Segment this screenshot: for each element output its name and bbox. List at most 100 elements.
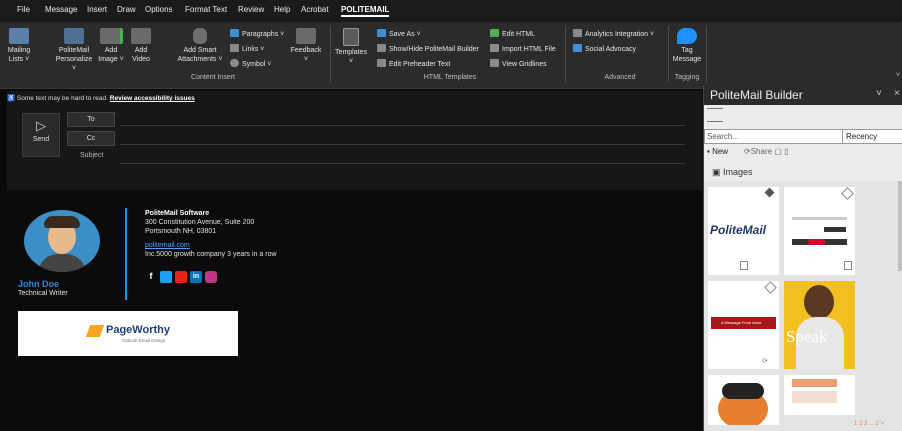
subject-field[interactable] (120, 163, 685, 164)
paragraphs-icon (230, 29, 239, 37)
menu-message[interactable]: Message (45, 5, 77, 14)
templates-icon (343, 28, 359, 46)
add-image-button[interactable]: Add Image ˅ (98, 28, 124, 64)
tag-message-button[interactable]: Tag Message (671, 28, 703, 64)
youtube-icon[interactable] (175, 271, 187, 283)
to-field[interactable] (120, 125, 685, 126)
templates-button[interactable]: Templates ˅ (333, 28, 369, 66)
group-label-tagging: Tagging (674, 74, 700, 81)
signature-company: PoliteMail Software (145, 210, 210, 217)
personalize-icon (64, 28, 84, 44)
accessibility-icon: ♿ (7, 95, 16, 102)
links-icon (230, 44, 239, 52)
tag-icon (841, 187, 854, 200)
to-button[interactable]: To (67, 112, 115, 127)
signature-divider (125, 208, 127, 300)
menu-bar: File Message Insert Draw Options Format … (0, 0, 902, 22)
links-button[interactable]: Links ˅ (230, 44, 264, 53)
show-hide-builder-button[interactable]: Show/Hide PoliteMail Builder (377, 44, 479, 53)
social-advocacy-button[interactable]: Social Advocacy (573, 44, 636, 53)
signature-tagline: Inc.5000 growth company 3 years in a row (145, 251, 277, 258)
cc-button[interactable]: Cc (67, 131, 115, 146)
analytics-integration-button[interactable]: Analytics Integration ˅ (573, 29, 654, 38)
import-html-button[interactable]: Import HTML File (490, 44, 556, 53)
edit-preheader-button[interactable]: Edit Preheader Text (377, 59, 450, 68)
html-icon (490, 29, 499, 37)
paragraphs-button[interactable]: Paragraphs ˅ (230, 29, 284, 38)
group-label-html-templates: HTML Templates (423, 74, 477, 81)
thumbnail-character[interactable] (708, 375, 779, 425)
panel-scrollbar[interactable] (898, 181, 902, 271)
new-button[interactable]: ▪ New (707, 147, 728, 156)
symbol-icon (230, 59, 239, 67)
symbol-button[interactable]: Symbol ˅ (230, 59, 271, 68)
mailing-lists-icon (9, 28, 29, 44)
subject-label: Subject (80, 152, 104, 159)
politemail-personalize-button[interactable]: PoliteMail Personalize ˅ (53, 28, 95, 73)
menu-review[interactable]: Review (238, 5, 264, 14)
menu-help[interactable]: Help (274, 5, 290, 14)
thumbnail-newsletter[interactable] (784, 375, 855, 415)
signature-address1: 300 Constitution Avenue, Suite 200 (145, 219, 255, 226)
edit-html-button[interactable]: Edit HTML (490, 29, 535, 38)
signature-name: John Doe (18, 279, 60, 289)
tag-icon (764, 187, 775, 198)
menu-acrobat[interactable]: Acrobat (301, 5, 329, 14)
pagination[interactable]: 1 2 3 ... 2 > (854, 421, 884, 427)
tag-icon (677, 28, 697, 44)
menu-file[interactable]: File (17, 5, 30, 14)
refresh-icon: ⟳ (762, 358, 768, 365)
pageworthy-logo-icon (85, 325, 105, 337)
attachment-icon (193, 28, 207, 44)
lock-icon (844, 261, 852, 270)
ribbon-separator (330, 26, 331, 82)
menu-draw[interactable]: Draw (117, 5, 136, 14)
search-input[interactable]: Search... (704, 129, 843, 144)
thumbnail-politemail-logo[interactable]: PoliteMail (708, 187, 779, 275)
pageworthy-banner[interactable]: PageWorthy Outlook Email Design (18, 311, 238, 356)
menu-options[interactable]: Options (145, 5, 173, 14)
linkedin-icon[interactable]: in (190, 271, 202, 283)
chevron-down-icon[interactable]: ˅ (876, 88, 882, 99)
group-label-advanced: Advanced (604, 74, 636, 81)
instagram-icon[interactable] (205, 271, 217, 283)
sort-select[interactable]: Recency (842, 129, 902, 144)
add-smart-attachments-button[interactable]: Add Smart Attachments ˅ (175, 28, 225, 64)
ribbon-separator (565, 26, 566, 82)
thumbnail-template[interactable] (784, 187, 855, 275)
ribbon-separator (706, 26, 707, 82)
feedback-button[interactable]: Feedback ˅ (288, 28, 324, 64)
share-button[interactable]: ⟳Share ▢ ▯ (744, 147, 788, 156)
close-icon[interactable]: × (894, 88, 900, 99)
twitter-icon[interactable] (160, 271, 172, 283)
thumbnail-message-banner[interactable]: A Message From Anne ⟳ (708, 281, 779, 369)
preheader-icon (377, 59, 386, 67)
save-as-button[interactable]: Save As ˅ (377, 29, 421, 38)
analytics-icon (573, 29, 582, 37)
send-icon: ▷ (36, 118, 46, 133)
feedback-icon (296, 28, 316, 44)
share-icon: ⟳ (744, 147, 751, 156)
hamburger-menu-icon[interactable] (707, 108, 723, 122)
ribbon-collapse-icon[interactable]: ˅ (896, 72, 900, 79)
send-button[interactable]: ▷ Send (22, 113, 60, 157)
view-gridlines-button[interactable]: View Gridlines (490, 59, 547, 68)
images-section[interactable]: ▣ Images (712, 167, 753, 178)
mailing-lists-button[interactable]: Mailing Lists ˅ (4, 28, 34, 64)
add-video-button[interactable]: Add Video (128, 28, 154, 64)
thumbnail-speak[interactable]: Speak (784, 281, 855, 369)
lock-icon (740, 261, 748, 270)
builder-icon (377, 44, 386, 52)
cc-field[interactable] (120, 144, 685, 145)
social-icon (573, 44, 582, 52)
menu-politemail[interactable]: POLITEMAIL (341, 5, 390, 17)
signature-website-link[interactable]: politemail.com (145, 242, 190, 249)
image-icon: ▣ (712, 167, 721, 177)
review-accessibility-link[interactable]: Review accessibility issues (110, 95, 195, 102)
menu-insert[interactable]: Insert (87, 5, 107, 14)
facebook-icon[interactable]: f (145, 271, 157, 283)
new-icon: ▪ (707, 147, 710, 156)
menu-format-text[interactable]: Format Text (185, 5, 227, 14)
accessibility-bar: ♿ Some text may be hard to read. Review … (7, 95, 195, 102)
avatar (24, 210, 100, 272)
